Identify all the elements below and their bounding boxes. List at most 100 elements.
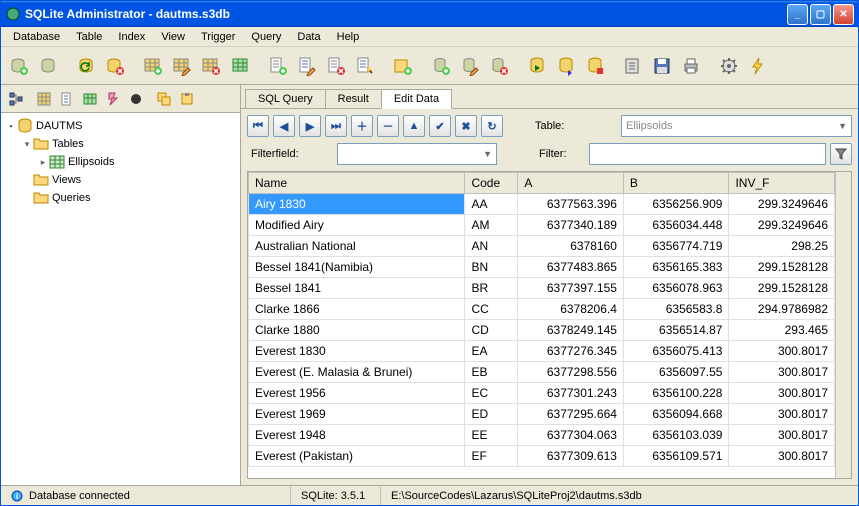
table-row[interactable]: Bessel 1841BR6377397.1556356078.963299.1… [249, 278, 835, 299]
minimize-button[interactable]: _ [787, 4, 808, 25]
status-version: SQLite: 3.5.1 [291, 486, 381, 505]
menu-help[interactable]: Help [329, 29, 368, 45]
tree[interactable]: ▪ DAUTMS ▾ Tables ▸ Ellipsoids [1, 113, 240, 485]
table-row[interactable]: Clarke 1880CD6378249.1456356514.87293.46… [249, 320, 835, 341]
status-connection: Database connected [29, 490, 130, 502]
next-record-button[interactable]: ▶ [299, 115, 321, 137]
expand-icon[interactable]: ▸ [37, 157, 49, 168]
data-grid[interactable]: NameCodeABINV_FAiry 1830AA6377563.396635… [248, 172, 835, 478]
table-row[interactable]: Bessel 1841(Namibia)BN6377483.8656356165… [249, 257, 835, 278]
tab-edit-data[interactable]: Edit Data [381, 89, 452, 109]
statusbar: i Database connected SQLite: 3.5.1 E:\So… [1, 485, 858, 505]
tree-view-button[interactable] [5, 88, 27, 110]
db-refresh-button[interactable] [72, 52, 100, 80]
menu-database[interactable]: Database [5, 29, 68, 45]
db-delete-button[interactable] [101, 52, 129, 80]
table-row[interactable]: Everest 1956EC6377301.2436356100.228300.… [249, 383, 835, 404]
index-view-button[interactable] [56, 88, 78, 110]
refresh-record-button[interactable]: ↻ [481, 115, 503, 137]
table-row[interactable]: Airy 1830AA6377563.3966356256.909299.324… [249, 194, 835, 215]
tree-table-item[interactable]: ▸ Ellipsoids [5, 153, 236, 171]
menubar: DatabaseTableIndexViewTriggerQueryDataHe… [1, 27, 858, 47]
col-name[interactable]: Name [249, 173, 465, 194]
triggers-view-button[interactable] [102, 88, 124, 110]
view-button[interactable] [389, 52, 417, 80]
table-row[interactable]: Australian NationalAN63781606356774.7192… [249, 236, 835, 257]
save-button[interactable] [648, 52, 676, 80]
tab-sql-query[interactable]: SQL Query [245, 89, 326, 109]
tree-tables[interactable]: ▾ Tables [5, 135, 236, 153]
menu-query[interactable]: Query [243, 29, 289, 45]
db-open-button[interactable] [34, 52, 62, 80]
table-row[interactable]: Everest 1969ED6377295.6646356094.668300.… [249, 404, 835, 425]
close-button[interactable]: ✕ [833, 4, 854, 25]
table-row[interactable]: Modified AiryAM6377340.1896356034.448299… [249, 215, 835, 236]
views-view-button[interactable] [79, 88, 101, 110]
filter-input[interactable] [589, 143, 826, 165]
menu-index[interactable]: Index [110, 29, 153, 45]
menu-view[interactable]: View [153, 29, 193, 45]
prev-record-button[interactable]: ◀ [273, 115, 295, 137]
filterfield-label: Filterfield: [247, 148, 333, 160]
copy-struct-button[interactable] [153, 88, 175, 110]
print-button[interactable] [677, 52, 705, 80]
table-combo[interactable]: Ellipsoids ▼ [621, 115, 852, 137]
index-edit-button[interactable] [293, 52, 321, 80]
table-edit-button[interactable] [168, 52, 196, 80]
tab-result[interactable]: Result [325, 89, 382, 109]
index-wizard-button[interactable] [351, 52, 379, 80]
tree-views[interactable]: Views [5, 171, 236, 189]
menu-data[interactable]: Data [289, 29, 328, 45]
export-button[interactable] [619, 52, 647, 80]
paste-struct-button[interactable] [176, 88, 198, 110]
col-a[interactable]: A [518, 173, 624, 194]
tree-queries[interactable]: Queries [5, 189, 236, 207]
table-props-button[interactable] [226, 52, 254, 80]
tree-root[interactable]: ▪ DAUTMS [5, 117, 236, 135]
run-button[interactable] [523, 52, 551, 80]
query-edit-button[interactable] [456, 52, 484, 80]
col-code[interactable]: Code [465, 173, 518, 194]
first-record-button[interactable]: ⏮ [247, 115, 269, 137]
cancel-record-button[interactable]: ✖ [455, 115, 477, 137]
table-row[interactable]: Everest 1948EE6377304.0636356103.039300.… [249, 425, 835, 446]
index-new-button[interactable] [264, 52, 292, 80]
tree-views-label: Views [52, 174, 81, 186]
main-toolbar [1, 47, 858, 85]
table-delete-button[interactable] [197, 52, 225, 80]
table-row[interactable]: Clarke 1866CC6378206.46356583.8294.97869… [249, 299, 835, 320]
table-row[interactable]: Everest (E. Malasia & Brunei)EB6377298.5… [249, 362, 835, 383]
query-delete-button[interactable] [485, 52, 513, 80]
run-step-button[interactable] [552, 52, 580, 80]
blob-view-button[interactable] [125, 88, 147, 110]
chevron-down-icon: ▼ [838, 121, 847, 131]
table-row[interactable]: Everest 1830EA6377276.3456356075.413300.… [249, 341, 835, 362]
flash-button[interactable] [744, 52, 772, 80]
add-record-button[interactable]: ＋ [351, 115, 373, 137]
index-delete-button[interactable] [322, 52, 350, 80]
query-new-button[interactable] [427, 52, 455, 80]
folder-icon [33, 136, 49, 152]
settings-button[interactable] [715, 52, 743, 80]
window-title: SQLite Administrator - dautms.s3db [25, 7, 787, 21]
col-inv_f[interactable]: INV_F [729, 173, 835, 194]
table-new-button[interactable] [139, 52, 167, 80]
last-record-button[interactable]: ⏭ [325, 115, 347, 137]
expand-icon[interactable]: ▾ [21, 139, 33, 150]
expand-icon[interactable]: ▪ [5, 121, 17, 131]
stop-button[interactable] [581, 52, 609, 80]
apply-filter-button[interactable] [830, 143, 852, 165]
menu-table[interactable]: Table [68, 29, 110, 45]
edit-record-button[interactable]: ▲ [403, 115, 425, 137]
maximize-button[interactable]: ▢ [810, 4, 831, 25]
menu-trigger[interactable]: Trigger [193, 29, 243, 45]
db-add-button[interactable] [5, 52, 33, 80]
table-view-button[interactable] [33, 88, 55, 110]
tabs: SQL QueryResultEdit Data [241, 85, 858, 109]
scrollbar[interactable] [835, 172, 851, 478]
table-row[interactable]: Everest (Pakistan)EF6377309.6136356109.5… [249, 446, 835, 467]
post-record-button[interactable]: ✔ [429, 115, 451, 137]
remove-record-button[interactable]: － [377, 115, 399, 137]
col-b[interactable]: B [623, 173, 729, 194]
filterfield-combo[interactable]: ▼ [337, 143, 497, 165]
